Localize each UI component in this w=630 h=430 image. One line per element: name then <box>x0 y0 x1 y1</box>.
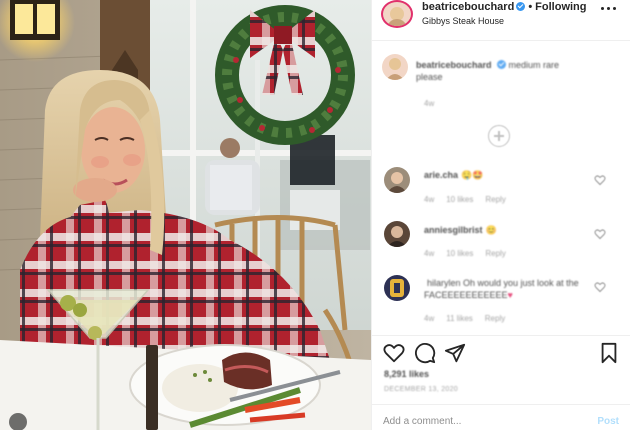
heart-icon[interactable] <box>594 174 606 186</box>
reply-button[interactable]: Reply <box>485 314 505 323</box>
comment-input[interactable] <box>383 411 573 430</box>
comment-likes[interactable]: 10 likes <box>446 195 473 204</box>
caption-time: 4w <box>424 99 435 108</box>
comment-time: 4w <box>424 249 435 258</box>
post-photo-image <box>0 0 371 430</box>
comment-username[interactable]: anniesgilbrist <box>424 225 483 235</box>
caption-meta: 4w <box>424 99 446 108</box>
heart-icon[interactable] <box>594 281 606 293</box>
following-button[interactable]: Following <box>535 1 586 13</box>
comment-text: 🤤🤩 <box>461 170 484 180</box>
post-photo[interactable] <box>0 0 371 430</box>
paper-plane-icon[interactable] <box>444 342 466 364</box>
comment: hilarylen Oh would you just look at the … <box>424 277 584 301</box>
comments-list[interactable]: beatricebouchard medium rare please 4w ar… <box>372 41 630 335</box>
post-header: beatricebouchard • Following Gibbys Steak … <box>372 0 630 41</box>
comment-meta: 4w 11 likes Reply <box>424 314 517 323</box>
comment-avatar[interactable] <box>384 275 410 301</box>
comment-likes[interactable]: 11 likes <box>446 314 473 323</box>
verified-badge-icon <box>496 60 506 69</box>
comment-avatar[interactable] <box>384 221 410 247</box>
reply-button[interactable]: Reply <box>485 195 505 204</box>
avatar[interactable] <box>381 0 413 28</box>
post-comment-button[interactable]: Post <box>597 416 619 427</box>
comment-time: 4w <box>424 195 435 204</box>
post-actions: 8,291 likes DECEMBER 13, 2020 <box>372 335 630 404</box>
post-date: DECEMBER 13, 2020 <box>384 386 458 393</box>
post-author-username[interactable]: beatricebouchard <box>422 1 514 13</box>
comment-text: hilarylen Oh would you just look at the … <box>424 278 579 300</box>
follow-separator: • <box>528 1 533 13</box>
verified-badge-icon <box>516 2 526 11</box>
comment-username[interactable]: arie.cha <box>424 170 458 180</box>
comment-icon[interactable] <box>414 342 436 364</box>
more-options-icon[interactable] <box>601 3 617 15</box>
reply-button[interactable]: Reply <box>485 249 505 258</box>
comment: anniesgilbrist 😊 <box>424 224 594 236</box>
comment: arie.cha 🤤🤩 <box>424 169 594 181</box>
caption: beatricebouchard medium rare please <box>416 59 576 83</box>
bookmark-icon[interactable] <box>598 342 620 364</box>
heart-icon[interactable] <box>383 342 405 364</box>
comment-time: 4w <box>424 314 435 323</box>
comment-meta: 4w 10 likes Reply <box>424 249 518 258</box>
post-details-panel: beatricebouchard • Following Gibbys Steak … <box>371 0 630 430</box>
plus-circle-icon[interactable] <box>488 125 510 147</box>
likes-count[interactable]: 8,291 likes <box>384 369 429 379</box>
caption-username[interactable]: beatricebouchard <box>416 60 492 70</box>
heart-icon[interactable] <box>594 228 606 240</box>
add-comment-bar: Post <box>372 404 630 430</box>
comment-avatar[interactable] <box>384 167 410 193</box>
caption-avatar[interactable] <box>382 54 408 80</box>
comment-meta: 4w 10 likes Reply <box>424 195 518 204</box>
comment-likes[interactable]: 10 likes <box>446 249 473 258</box>
post-location[interactable]: Gibbys Steak House <box>422 16 504 26</box>
post-author-line: beatricebouchard • Following <box>422 1 587 13</box>
heart-emoji: ♥ <box>507 290 513 300</box>
comment-text: 😊 <box>485 225 497 235</box>
